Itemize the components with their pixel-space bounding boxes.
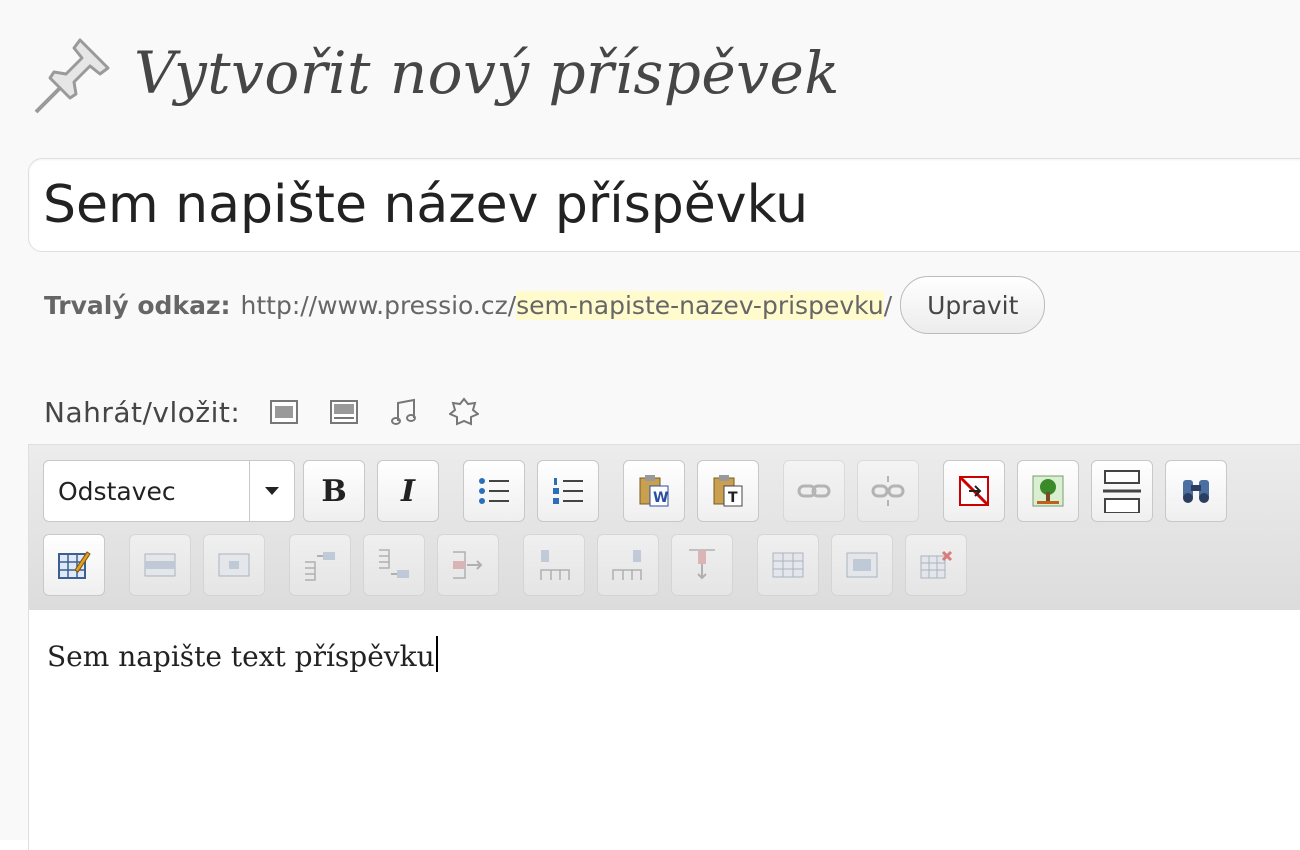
format-select[interactable]: Odstavec — [43, 460, 295, 522]
horizontal-rule-button[interactable] — [1091, 460, 1153, 522]
page: Vytvořit nový příspěvek Trvalý odkaz: ht… — [0, 0, 1300, 850]
video-icon[interactable] — [326, 394, 362, 430]
search-button[interactable] — [1165, 460, 1227, 522]
permalink-trailing: / — [883, 290, 893, 320]
search-icon — [1183, 480, 1209, 503]
row-props-icon — [144, 553, 176, 577]
cell-props-button[interactable] — [203, 534, 265, 596]
paste-word-button[interactable]: W — [623, 460, 685, 522]
merge-cells-icon — [846, 552, 878, 578]
split-cells-icon — [772, 552, 804, 578]
permalink-base-url: http://www.pressio.cz/ — [240, 290, 517, 320]
pushpin-icon — [34, 38, 110, 114]
toolbar-row-2 — [43, 533, 979, 597]
split-cells-button[interactable] — [757, 534, 819, 596]
edit-permalink-button[interactable]: Upravit — [900, 276, 1046, 334]
row-before-button[interactable] — [289, 534, 351, 596]
bullet-list-icon — [479, 478, 509, 504]
row-props-button[interactable] — [129, 534, 191, 596]
format-select-value: Odstavec — [58, 476, 176, 506]
delete-row-icon — [453, 551, 483, 579]
unlink-button[interactable] — [857, 460, 919, 522]
text-caret — [435, 636, 438, 672]
merge-cells-button[interactable] — [831, 534, 893, 596]
link-button[interactable] — [783, 460, 845, 522]
permalink-label: Trvalý odkaz: — [44, 290, 231, 320]
image-icon[interactable] — [266, 394, 302, 430]
horizontal-rule-icon — [1103, 470, 1141, 513]
insert-image-button[interactable] — [1017, 460, 1079, 522]
permalink-row: Trvalý odkaz: http://www.pressio.cz/sem-… — [44, 276, 1046, 334]
editor-toolbar: Odstavec B I W T — [28, 444, 1300, 611]
delete-col-icon — [689, 549, 715, 580]
toolbar-row-1: Odstavec B I W T — [43, 459, 1239, 523]
paste-text-button[interactable]: T — [697, 460, 759, 522]
media-icon[interactable] — [446, 394, 482, 430]
music-icon[interactable] — [386, 394, 422, 430]
row-before-icon — [305, 552, 335, 581]
svg-text:W: W — [653, 490, 668, 506]
remove-format-icon — [959, 476, 989, 506]
col-after-icon — [612, 550, 642, 580]
insert-image-icon — [1032, 475, 1064, 507]
post-content-editor[interactable]: Sem napište text příspěvku — [28, 610, 1300, 850]
row-after-icon — [379, 549, 409, 578]
delete-col-button[interactable] — [671, 534, 733, 596]
paste-text-icon: T — [713, 475, 743, 507]
cell-props-icon — [218, 553, 250, 577]
italic-button[interactable]: I — [377, 460, 439, 522]
unlink-icon — [871, 476, 905, 506]
row-after-button[interactable] — [363, 534, 425, 596]
table-props-button[interactable] — [43, 534, 105, 596]
link-icon — [797, 484, 831, 498]
editor-content[interactable]: Sem napište text příspěvku — [47, 636, 438, 673]
delete-table-icon — [920, 550, 953, 579]
col-before-icon — [540, 550, 570, 580]
delete-row-button[interactable] — [437, 534, 499, 596]
page-title: Vytvořit nový příspěvek — [134, 39, 840, 107]
bullet-list-button[interactable] — [463, 460, 525, 522]
page-heading: Vytvořit nový příspěvek — [30, 28, 840, 118]
remove-format-button[interactable] — [943, 460, 1005, 522]
upload-insert-row: Nahrát/vložit: — [44, 392, 506, 432]
bold-button[interactable]: B — [303, 460, 365, 522]
editor-content-text: Sem napište text příspěvku — [47, 640, 435, 673]
numbered-list-button[interactable] — [537, 460, 599, 522]
numbered-list-icon — [553, 478, 583, 504]
col-after-button[interactable] — [597, 534, 659, 596]
post-title-input[interactable] — [28, 158, 1300, 252]
paste-word-icon: W — [639, 475, 669, 507]
permalink-slug[interactable]: sem-napiste-nazev-prispevku — [516, 290, 884, 320]
delete-table-button[interactable] — [905, 534, 967, 596]
svg-text:T: T — [728, 490, 738, 506]
col-before-button[interactable] — [523, 534, 585, 596]
table-props-icon — [58, 551, 91, 579]
chevron-down-icon[interactable] — [249, 461, 294, 521]
upload-label: Nahrát/vložit: — [44, 395, 241, 429]
